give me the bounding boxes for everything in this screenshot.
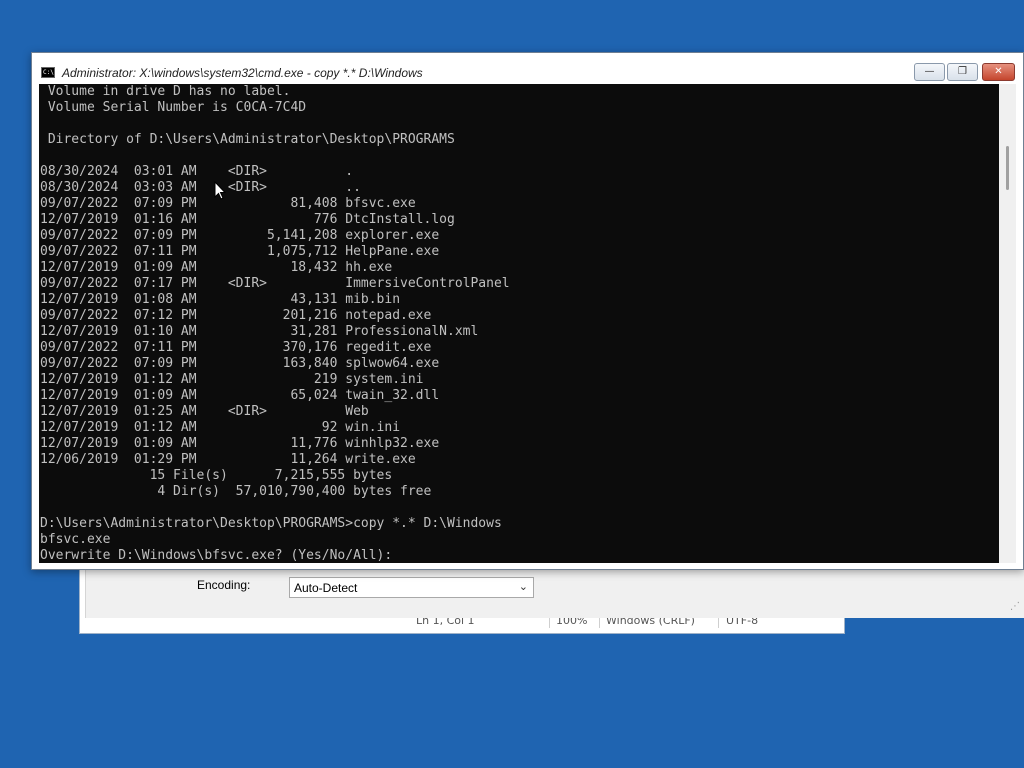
chevron-down-icon: ⌄	[518, 581, 528, 593]
vertical-scrollbar[interactable]	[999, 84, 1016, 563]
cmd-app-icon[interactable]: C:\	[41, 67, 55, 78]
window-title: Administrator: X:\windows\system32\cmd.e…	[62, 66, 423, 80]
encoding-value: Auto-Detect	[294, 581, 358, 595]
title-bar[interactable]: C:\ Administrator: X:\windows\system32\c…	[32, 53, 1023, 84]
encoding-label: Encoding:	[197, 578, 251, 592]
scrollbar-thumb[interactable]	[1006, 146, 1009, 190]
close-button[interactable]: ✕	[982, 63, 1015, 81]
encoding-select[interactable]: Auto-Detect ⌄	[289, 577, 534, 598]
minimize-button[interactable]: —	[914, 63, 945, 81]
mouse-cursor-icon	[214, 181, 226, 200]
resize-grip-icon[interactable]: ⋰	[1010, 601, 1020, 612]
cmd-window: C:\ Administrator: X:\windows\system32\c…	[31, 52, 1024, 570]
maximize-button[interactable]: ❐	[947, 63, 978, 81]
save-dialog: Encoding: Auto-Detect ⌄ ⋰	[85, 568, 1024, 618]
console-text: Volume in drive D has no label. Volume S…	[40, 84, 510, 563]
console-output[interactable]: Volume in drive D has no label. Volume S…	[39, 84, 999, 563]
